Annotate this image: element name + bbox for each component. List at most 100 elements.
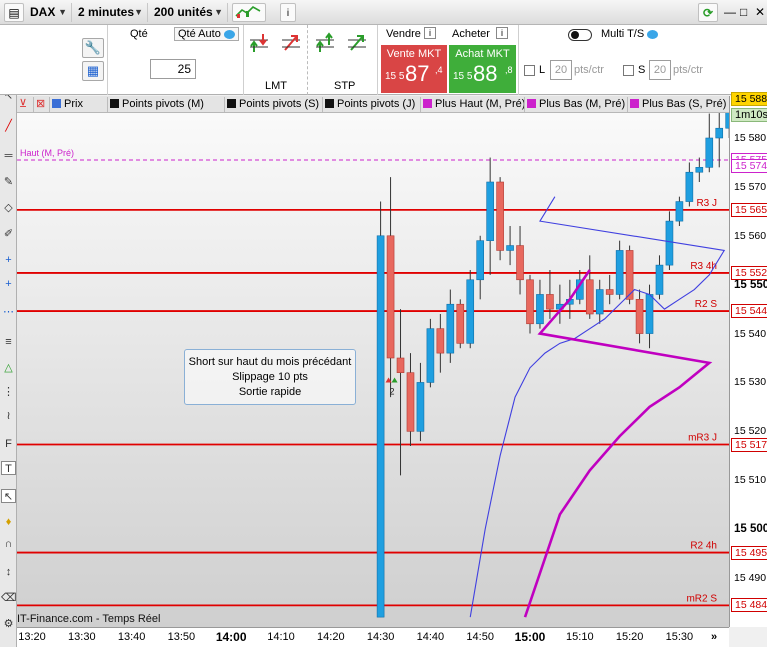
candle-body[interactable] bbox=[615, 250, 624, 295]
candle-body[interactable] bbox=[605, 289, 614, 295]
candle-body[interactable] bbox=[436, 328, 445, 354]
stop-points-input[interactable]: 20 bbox=[649, 60, 671, 80]
scroll-right-icon[interactable]: » bbox=[711, 631, 717, 643]
candle-body[interactable] bbox=[376, 235, 385, 618]
candle-body[interactable] bbox=[466, 279, 475, 344]
candle-body[interactable] bbox=[476, 240, 485, 281]
pattern-tool-icon[interactable]: ⋮ bbox=[1, 385, 16, 399]
horizontal-line-icon[interactable]: ═ bbox=[1, 149, 16, 163]
candle-body[interactable] bbox=[695, 167, 704, 173]
candle-body[interactable] bbox=[426, 328, 435, 383]
candle-body[interactable] bbox=[645, 294, 654, 334]
triangle-tool-icon[interactable]: △ bbox=[1, 361, 16, 375]
candle-body[interactable] bbox=[546, 294, 554, 310]
candle-body[interactable] bbox=[655, 264, 664, 295]
ruler-tool-icon[interactable]: ◇ bbox=[1, 201, 16, 215]
gann-tool-icon[interactable]: F bbox=[1, 437, 16, 451]
limit-checkbox[interactable] bbox=[524, 65, 535, 76]
sell-market-button[interactable]: Vente MKT 15 5 87 ,4 bbox=[381, 45, 447, 93]
zigzag-tool-icon[interactable]: ≀ bbox=[1, 409, 16, 423]
order-panel: 🔧 ▦ Qté Qté Auto 25 LMT STP Vendre i Ach… bbox=[0, 25, 767, 95]
candle-body[interactable] bbox=[406, 372, 415, 432]
fibonacci-tool-icon[interactable]: ≡ bbox=[1, 335, 16, 349]
remove-icon[interactable]: ⊠ bbox=[33, 97, 47, 112]
limit-buy-order-icon[interactable] bbox=[248, 32, 270, 54]
candle-body[interactable] bbox=[675, 201, 684, 222]
scroll-tool-icon[interactable]: ↕ bbox=[1, 565, 16, 579]
candle-body[interactable] bbox=[685, 171, 694, 202]
time-axis[interactable]: 13:20 13:30 13:40 13:50 14:00 14:10 14:20 14:30… bbox=[17, 627, 729, 647]
chart-style-icon[interactable] bbox=[232, 3, 266, 22]
indicator-tag[interactable]: Prix bbox=[49, 97, 105, 112]
restore-button[interactable]: □ bbox=[740, 5, 747, 19]
stop-buy-order-icon[interactable] bbox=[314, 32, 336, 54]
crosshair-icon[interactable]: + bbox=[1, 253, 16, 267]
candle-body[interactable] bbox=[536, 294, 544, 325]
info-icon[interactable]: i bbox=[280, 3, 296, 22]
info-icon[interactable]: i bbox=[424, 27, 436, 39]
text-box-tool-icon[interactable]: T bbox=[1, 461, 16, 475]
qty-label: Qté bbox=[130, 28, 148, 40]
minimize-button[interactable]: — bbox=[724, 5, 736, 19]
candle-body[interactable] bbox=[446, 303, 455, 354]
quantity-input[interactable]: 25 bbox=[150, 59, 196, 79]
chart-list-icon[interactable]: ▤ bbox=[4, 3, 24, 22]
indicator-tag[interactable]: Plus Bas (S, Pré) bbox=[627, 97, 729, 112]
multi-ts-toggle[interactable] bbox=[568, 29, 592, 41]
price-chart[interactable]: Haut (M, Pré) R3 J R3 4h R2 S mR3 J R2 4h mR2 … bbox=[17, 113, 729, 627]
y-tick-label: 15 500 bbox=[734, 523, 767, 536]
buy-price-prefix: 15 5 bbox=[453, 71, 473, 82]
indicator-tag[interactable]: Points pivots (M) bbox=[107, 97, 223, 112]
settings-icon[interactable]: ⚙ bbox=[1, 617, 16, 631]
chevron-down-icon: ▼ bbox=[134, 7, 143, 17]
candle-body[interactable] bbox=[516, 245, 524, 281]
stop-checkbox[interactable] bbox=[623, 65, 634, 76]
candle-body[interactable] bbox=[416, 382, 425, 432]
limit-sell-order-icon[interactable] bbox=[280, 32, 302, 54]
indicator-tag[interactable]: Plus Bas (M, Pré) bbox=[524, 97, 626, 112]
erase-tool-icon[interactable]: ⌫ bbox=[1, 591, 17, 605]
indicator-tag[interactable]: Points pivots (J) bbox=[322, 97, 419, 112]
candle-body[interactable] bbox=[486, 181, 494, 241]
stop-sell-order-icon[interactable] bbox=[346, 32, 368, 54]
bell-alert-icon[interactable]: ♦ bbox=[1, 515, 16, 529]
candle-body[interactable] bbox=[585, 279, 594, 315]
info-icon[interactable]: i bbox=[496, 27, 508, 39]
qty-auto-button[interactable]: Qté Auto bbox=[174, 27, 239, 41]
buy-market-button[interactable]: Achat MKT 15 5 88 ,8 bbox=[449, 45, 516, 93]
limit-points-input[interactable]: 20 bbox=[550, 60, 572, 80]
x-tick-label: 13:50 bbox=[167, 631, 196, 643]
annotation-box[interactable]: Short sur haut du mois précédant Slippag… bbox=[184, 349, 356, 405]
candle-body[interactable] bbox=[665, 220, 674, 266]
price-axis[interactable]: 15 580 15 570 15 560 15 550 15 540 15 530 15 5… bbox=[729, 91, 767, 627]
instrument-select[interactable]: DAX ▼ bbox=[26, 3, 72, 22]
brush-tool-icon[interactable]: ✎ bbox=[1, 175, 16, 189]
sell-price-prefix: 15 5 bbox=[385, 71, 405, 82]
channel-tool-icon[interactable]: ⋯ bbox=[1, 305, 16, 319]
indicator-tag[interactable]: Plus Haut (M, Pré) bbox=[420, 97, 525, 112]
candle-body[interactable] bbox=[635, 299, 644, 334]
timeframe-select[interactable]: 2 minutes ▼ bbox=[74, 3, 148, 22]
candle-body[interactable] bbox=[705, 137, 714, 168]
refresh-icon[interactable]: ⟳ bbox=[698, 3, 718, 22]
select-tool-icon[interactable]: ↖ bbox=[1, 489, 16, 503]
pencil-tool-icon[interactable]: ✐ bbox=[1, 227, 16, 241]
candle-body[interactable] bbox=[396, 357, 405, 373]
candle-body[interactable] bbox=[506, 245, 514, 251]
collapse-icon[interactable]: ⊻ bbox=[17, 97, 31, 112]
candle-body[interactable] bbox=[496, 181, 504, 251]
magnet-icon[interactable]: ∩ bbox=[1, 537, 16, 551]
x-tick-label: 15:30 bbox=[665, 631, 694, 643]
cross-tool-icon[interactable]: + bbox=[1, 277, 16, 291]
candle-body[interactable] bbox=[526, 279, 534, 325]
trend-tool-icon[interactable]: ╱ bbox=[1, 119, 16, 133]
candle-body[interactable] bbox=[715, 127, 724, 139]
candle-body[interactable] bbox=[456, 303, 465, 344]
indicator-tag[interactable]: Points pivots (S) bbox=[224, 97, 321, 112]
units-select[interactable]: 200 unités ▼ bbox=[150, 3, 228, 22]
wrench-icon[interactable]: 🔧 bbox=[82, 38, 104, 58]
candle-body[interactable] bbox=[595, 289, 604, 315]
candle-body[interactable] bbox=[386, 235, 395, 359]
keyboard-icon[interactable]: ▦ bbox=[82, 61, 104, 81]
close-button[interactable]: ✕ bbox=[755, 5, 765, 19]
